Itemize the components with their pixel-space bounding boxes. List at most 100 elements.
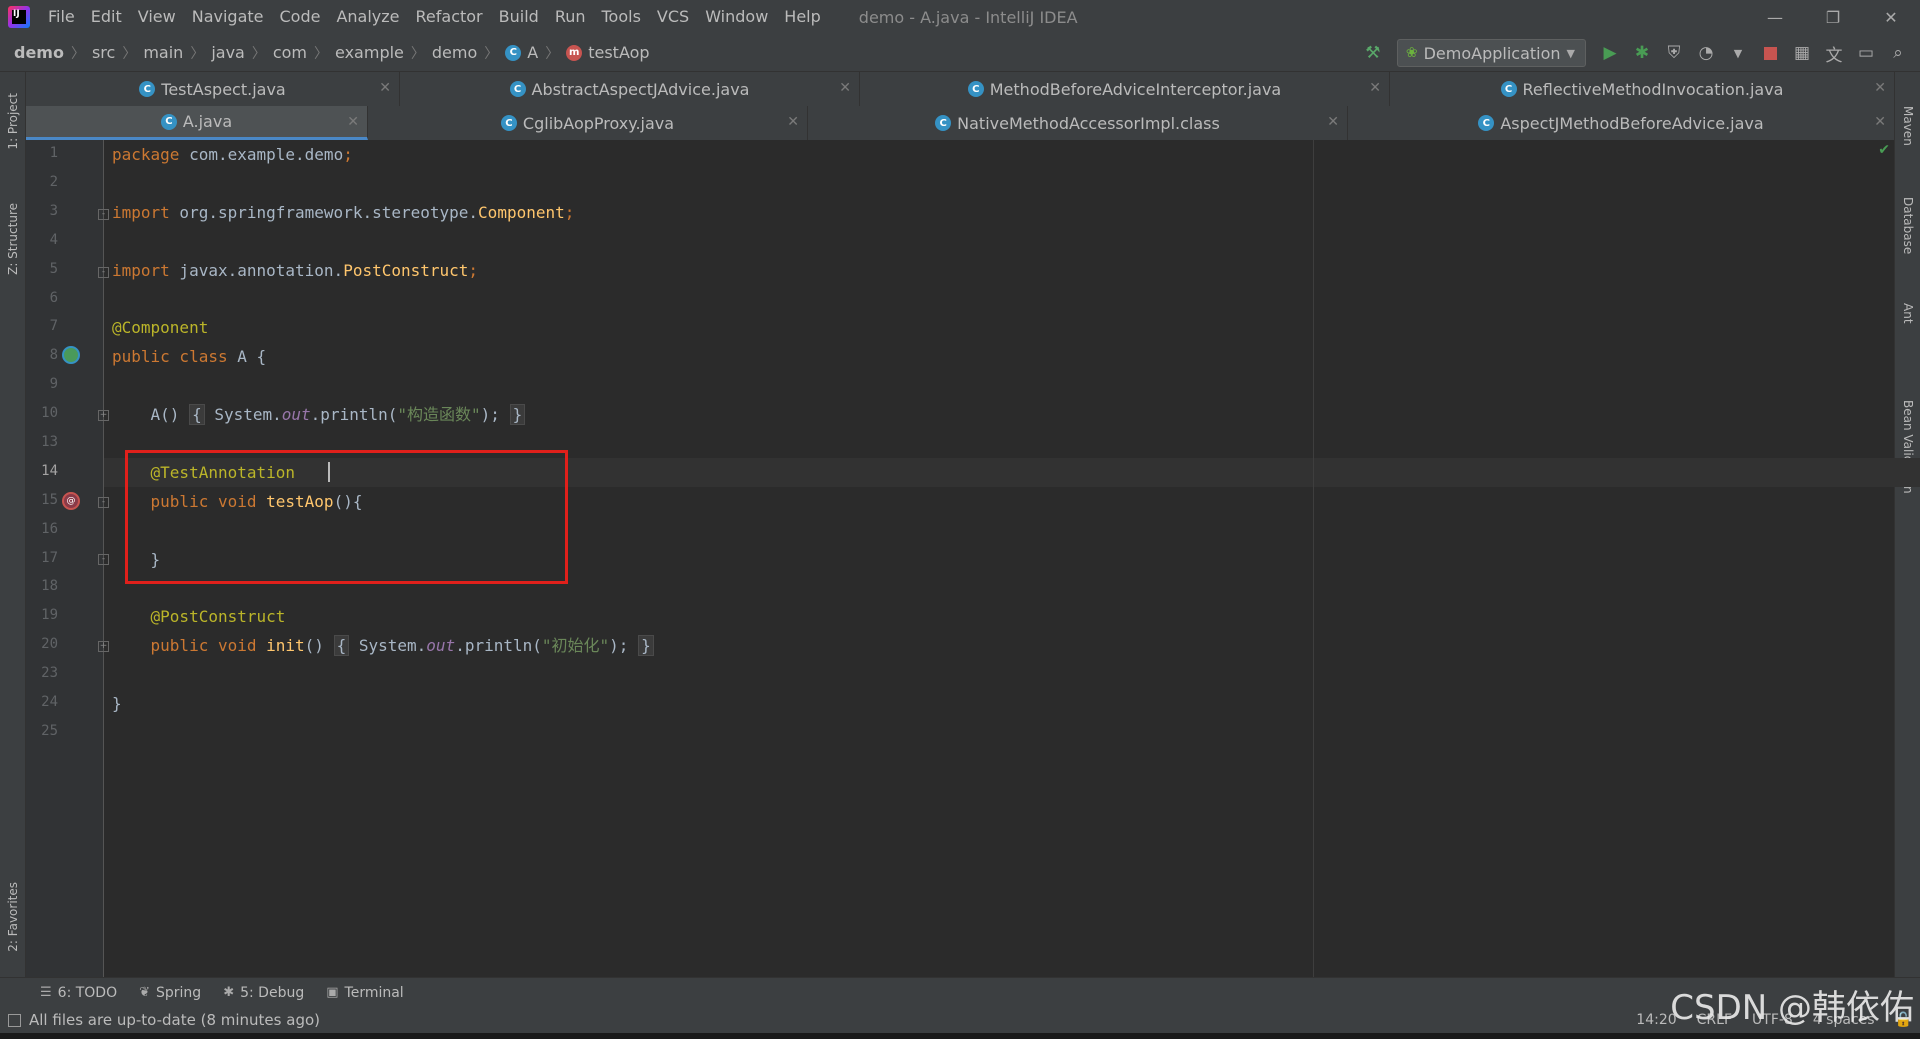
- minimize-button[interactable]: —: [1746, 0, 1804, 34]
- close-tab-icon[interactable]: ✕: [1327, 114, 1339, 130]
- close-window-button[interactable]: ✕: [1862, 0, 1920, 34]
- stop-icon[interactable]: [1754, 37, 1786, 69]
- menu-tools[interactable]: Tools: [594, 0, 649, 34]
- tool-tab-database-label: Database: [1901, 197, 1915, 255]
- close-tab-icon[interactable]: ✕: [1369, 80, 1381, 96]
- fold-marker-icon[interactable]: -: [98, 554, 109, 565]
- tab-abstractaspectjadvice[interactable]: C AbstractAspectJAdvice.java ✕: [400, 72, 860, 106]
- chevron-right-icon: 〉: [122, 45, 137, 62]
- breadcrumb: demo 〉 src 〉 main 〉 java 〉 com 〉 example…: [0, 43, 650, 63]
- tool-tab-project[interactable]: 1: Project: [0, 76, 26, 166]
- menu-refactor[interactable]: Refactor: [408, 0, 491, 34]
- breadcrumb-class-a[interactable]: A: [527, 43, 538, 62]
- line-number: 3: [49, 203, 58, 219]
- fold-marker-icon[interactable]: -: [98, 209, 109, 220]
- tool-tab-bean-validation[interactable]: Bean Validation: [1895, 352, 1920, 542]
- close-tab-icon[interactable]: ✕: [1874, 80, 1886, 96]
- profile-icon[interactable]: ◔: [1690, 37, 1722, 69]
- tool-window-spring-label: Spring: [156, 984, 202, 1001]
- menu-code[interactable]: Code: [272, 0, 329, 34]
- restore-button[interactable]: ❐: [1804, 0, 1862, 34]
- tab-label: A.java: [182, 112, 233, 131]
- breadcrumb-method-testaop[interactable]: testAop: [588, 43, 649, 62]
- annotation-highlight-box: [125, 450, 568, 584]
- fold-marker-icon[interactable]: +: [98, 410, 109, 421]
- chevron-right-icon: 〉: [410, 45, 425, 62]
- tool-tab-structure[interactable]: Z: Structure: [0, 184, 26, 294]
- build-hammer-icon[interactable]: ⚒: [1357, 37, 1389, 69]
- breadcrumb-demo-package[interactable]: demo: [432, 43, 477, 62]
- tool-tab-structure-label: Z: Structure: [6, 203, 20, 275]
- tool-window-debug[interactable]: ✱ 5: Debug: [223, 985, 304, 1001]
- spring-bean-gutter-icon[interactable]: [62, 346, 80, 364]
- project-structure-icon[interactable]: ▦: [1786, 37, 1818, 69]
- tool-window-todo[interactable]: ☰ 6: TODO: [40, 985, 117, 1001]
- tab-label: AspectJMethodBeforeAdvice.java: [1500, 113, 1764, 133]
- tool-tab-ant[interactable]: Ant: [1895, 278, 1920, 348]
- chevron-right-icon: 〉: [545, 45, 560, 62]
- tab-label: MethodBeforeAdviceInterceptor.java: [989, 79, 1282, 99]
- fold-marker-icon[interactable]: -: [98, 267, 109, 278]
- menu-window[interactable]: Window: [697, 0, 776, 34]
- tab-nativemethodaccessorimpl[interactable]: C NativeMethodAccessorImpl.class ✕: [808, 106, 1348, 140]
- run-configuration-dropdown[interactable]: ❀ DemoApplication ▼: [1396, 39, 1586, 67]
- breadcrumb-demo[interactable]: demo: [14, 43, 64, 62]
- chevron-right-icon: 〉: [190, 45, 205, 62]
- fold-marker-icon[interactable]: +: [98, 641, 109, 652]
- class-icon: C: [935, 115, 952, 131]
- more-run-options-icon[interactable]: ▼: [1722, 37, 1754, 69]
- left-tool-strip: 1: Project Z: Structure 2: Favorites: [0, 72, 26, 977]
- code-line-5: import javax.annotation.PostConstruct;: [112, 261, 479, 280]
- tab-testaspect[interactable]: C TestAspect.java ✕: [26, 72, 400, 106]
- breadcrumb-main[interactable]: main: [143, 43, 183, 62]
- menu-help[interactable]: Help: [776, 0, 828, 34]
- code-line-19: @PostConstruct: [112, 607, 286, 626]
- menu-navigate[interactable]: Navigate: [184, 0, 272, 34]
- breadcrumb-src[interactable]: src: [92, 43, 115, 62]
- close-tab-icon[interactable]: ✕: [379, 80, 391, 96]
- tool-tab-database[interactable]: Database: [1895, 176, 1920, 276]
- aop-advice-gutter-icon[interactable]: @: [62, 492, 80, 510]
- line-number-current: 14: [41, 463, 58, 479]
- class-icon: C: [509, 81, 526, 97]
- close-tab-icon[interactable]: ✕: [787, 114, 799, 130]
- tab-reflectivemethodinvocation[interactable]: C ReflectiveMethodInvocation.java ✕: [1390, 72, 1894, 106]
- search-icon[interactable]: ⌕: [1882, 37, 1914, 69]
- debug-icon[interactable]: ✱: [1626, 37, 1658, 69]
- run-icon[interactable]: ▶: [1594, 37, 1626, 69]
- menu-file[interactable]: File: [40, 0, 83, 34]
- tool-window-terminal[interactable]: ▣ Terminal: [326, 985, 403, 1001]
- menu-build[interactable]: Build: [491, 0, 547, 34]
- fold-marker-icon[interactable]: -: [98, 497, 109, 508]
- right-tool-strip: Maven Database Ant Bean Validation: [1894, 72, 1920, 977]
- tab-label: TestAspect.java: [161, 79, 286, 99]
- menu-run[interactable]: Run: [547, 0, 594, 34]
- line-number: 5: [49, 261, 58, 277]
- tab-cglibaopproxy[interactable]: C CglibAopProxy.java ✕: [368, 106, 808, 140]
- tool-tab-favorites[interactable]: 2: Favorites: [0, 862, 26, 972]
- tab-aspectjmethodbeforeadvice[interactable]: C AspectJMethodBeforeAdvice.java ✕: [1348, 106, 1894, 140]
- translate-icon[interactable]: 文: [1818, 37, 1850, 69]
- tab-methodbeforeadviceinterceptor[interactable]: C MethodBeforeAdviceInterceptor.java ✕: [860, 72, 1390, 106]
- presentation-mode-icon[interactable]: ▭: [1850, 37, 1882, 69]
- menu-analyze[interactable]: Analyze: [328, 0, 407, 34]
- close-tab-icon[interactable]: ✕: [1874, 114, 1886, 130]
- breadcrumb-example[interactable]: example: [335, 43, 404, 62]
- inspection-ok-check-icon[interactable]: ✔: [1878, 142, 1890, 158]
- menu-edit[interactable]: Edit: [83, 0, 130, 34]
- tool-window-spring[interactable]: ❦ Spring: [139, 985, 201, 1001]
- tool-tab-maven[interactable]: Maven: [1895, 86, 1920, 166]
- line-number: 16: [41, 521, 58, 537]
- breadcrumb-com[interactable]: com: [273, 43, 307, 62]
- toggle-tool-windows-icon[interactable]: [8, 1013, 21, 1027]
- menu-vcs[interactable]: VCS: [649, 0, 697, 34]
- code-editor[interactable]: 1 2 3 4 5 6 7 8 9 10 13 14 15 16 17 18 1…: [26, 140, 1920, 977]
- main-toolbar: ⚒ ❀ DemoApplication ▼ ▶ ✱ ⛨ ◔ ▼ ▦ 文 ▭ ⌕: [1357, 34, 1914, 72]
- menu-view[interactable]: View: [130, 0, 184, 34]
- close-tab-icon[interactable]: ✕: [839, 80, 851, 96]
- close-tab-icon[interactable]: ✕: [347, 114, 359, 130]
- tab-a-java-active[interactable]: C A.java ✕: [26, 106, 368, 140]
- breadcrumb-java[interactable]: java: [211, 43, 245, 62]
- coverage-icon[interactable]: ⛨: [1658, 37, 1690, 69]
- tool-window-todo-label: 6: TODO: [57, 984, 118, 1001]
